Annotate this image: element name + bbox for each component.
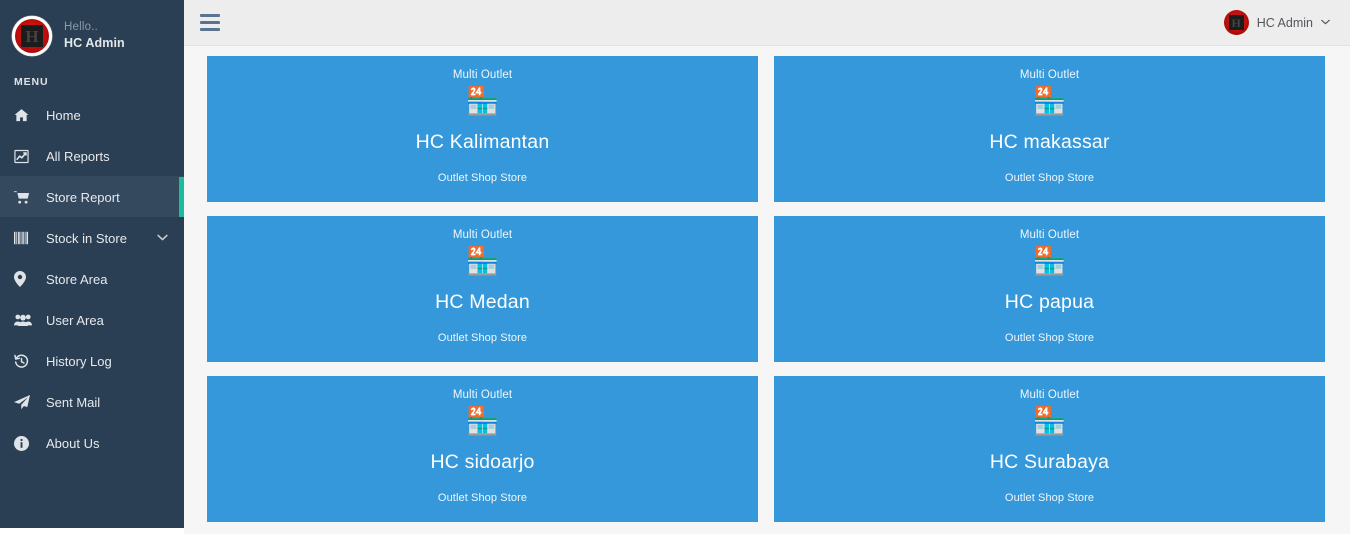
card-subtitle: Outlet Shop Store	[437, 332, 528, 344]
sidebar-item-history-log[interactable]: History Log	[0, 340, 184, 381]
sidebar-item-store-report[interactable]: Store Report	[0, 176, 184, 217]
hamburger-icon[interactable]	[198, 10, 220, 36]
avatar: H	[1223, 10, 1249, 35]
history-icon	[14, 354, 36, 369]
card-top-label: Multi Outlet	[452, 69, 513, 81]
store-card[interactable]: Multi Outlet 🏪 HC Medan Outlet Shop Stor…	[207, 216, 758, 362]
hamburger-bar	[200, 27, 220, 32]
card-top-label: Multi Outlet	[452, 389, 513, 401]
card-subtitle: Outlet Shop Store	[1004, 492, 1095, 504]
store-icon: 🏪	[1032, 406, 1067, 437]
sidebar-item-label: Store Area	[46, 271, 108, 287]
menu-section-title: MENU	[14, 76, 49, 88]
sidebar-item-label: History Log	[46, 353, 112, 369]
sidebar-item-about-us[interactable]: About Us	[0, 422, 184, 463]
card-title: HC sidoarjo	[430, 451, 535, 473]
chart-line-icon	[14, 149, 36, 164]
store-card[interactable]: Multi Outlet 🏪 HC papua Outlet Shop Stor…	[774, 216, 1325, 362]
map-pin-icon	[14, 271, 36, 287]
sidebar-item-label: User Area	[46, 312, 104, 328]
card-title: HC Medan	[435, 291, 530, 313]
profile-greeting: Hello..	[64, 20, 98, 33]
store-icon: 🏪	[465, 86, 500, 117]
card-subtitle: Outlet Shop Store	[437, 492, 528, 504]
sidebar-item-user-area[interactable]: User Area	[0, 299, 184, 340]
card-subtitle: Outlet Shop Store	[1004, 172, 1095, 184]
sidebar-item-home[interactable]: Home	[0, 94, 184, 135]
sidebar-item-store-area[interactable]: Store Area	[0, 258, 184, 299]
hamburger-bar	[200, 13, 220, 18]
card-title: HC papua	[1004, 291, 1095, 313]
sidebar-item-label: About Us	[46, 435, 100, 451]
store-icon: 🏪	[1032, 86, 1067, 117]
info-icon	[14, 435, 36, 451]
store-card-grid: Multi Outlet 🏪 HC Kalimantan Outlet Shop…	[207, 56, 1325, 522]
main-area: H HC Admin Multi Outlet 🏪 HC Kalimantan …	[184, 0, 1350, 534]
store-icon: 🏪	[465, 406, 500, 437]
store-card[interactable]: Multi Outlet 🏪 HC sidoarjo Outlet Shop S…	[207, 376, 758, 522]
sidebar-item-label: Sent Mail	[46, 394, 101, 410]
sidebar-item-label: Stock in Store	[46, 230, 127, 246]
users-icon	[14, 313, 36, 327]
brand-logo-letter: H	[21, 25, 43, 47]
home-icon	[14, 108, 36, 123]
sidebar-bottom-strip	[0, 528, 184, 534]
content-area: Multi Outlet 🏪 HC Kalimantan Outlet Shop…	[184, 46, 1350, 534]
card-title: HC makassar	[989, 131, 1110, 153]
sidebar-item-stock-in-store[interactable]: Stock in Store	[0, 217, 184, 258]
chevron-down-icon[interactable]	[157, 233, 168, 244]
topbar: H HC Admin	[184, 0, 1350, 46]
brand-logo: H	[12, 16, 52, 56]
card-top-label: Multi Outlet	[452, 229, 513, 241]
card-title: HC Surabaya	[989, 451, 1110, 473]
store-icon: 🏪	[1032, 246, 1067, 277]
user-menu[interactable]: H HC Admin	[1220, 7, 1334, 38]
profile-name: HC Admin	[64, 36, 125, 51]
sidebar-profile: H Hello.. HC Admin	[0, 0, 184, 62]
card-subtitle: Outlet Shop Store	[1004, 332, 1095, 344]
sidebar-item-all-reports[interactable]: All Reports	[0, 135, 184, 176]
sidebar-item-sent-mail[interactable]: Sent Mail	[0, 381, 184, 422]
user-menu-name: HC Admin	[1256, 15, 1313, 30]
app-root: H Hello.. HC Admin MENU Home All Reports…	[0, 0, 1350, 534]
hamburger-bar	[200, 20, 220, 25]
barcode-icon	[14, 231, 36, 245]
chevron-down-icon[interactable]	[1321, 17, 1330, 28]
store-card[interactable]: Multi Outlet 🏪 HC makassar Outlet Shop S…	[774, 56, 1325, 202]
profile-text: Hello.. HC Admin	[64, 20, 125, 52]
store-card[interactable]: Multi Outlet 🏪 HC Kalimantan Outlet Shop…	[207, 56, 758, 202]
brand-logo-circle: H	[15, 19, 49, 53]
card-top-label: Multi Outlet	[1019, 389, 1080, 401]
card-subtitle: Outlet Shop Store	[437, 172, 528, 184]
card-top-label: Multi Outlet	[1019, 229, 1080, 241]
sidebar-item-label: Home	[46, 107, 81, 123]
store-icon: 🏪	[465, 246, 500, 277]
avatar-logo-letter: H	[1228, 15, 1244, 30]
sidebar: H Hello.. HC Admin MENU Home All Reports…	[0, 0, 184, 528]
cart-icon	[14, 190, 36, 205]
card-title: HC Kalimantan	[415, 131, 550, 153]
sidebar-item-label: All Reports	[46, 148, 110, 164]
card-top-label: Multi Outlet	[1019, 69, 1080, 81]
sidebar-nav: Home All Reports Store Report Stock in S…	[0, 94, 184, 463]
paper-plane-icon	[14, 394, 36, 410]
sidebar-item-label: Store Report	[46, 189, 120, 205]
store-card[interactable]: Multi Outlet 🏪 HC Surabaya Outlet Shop S…	[774, 376, 1325, 522]
